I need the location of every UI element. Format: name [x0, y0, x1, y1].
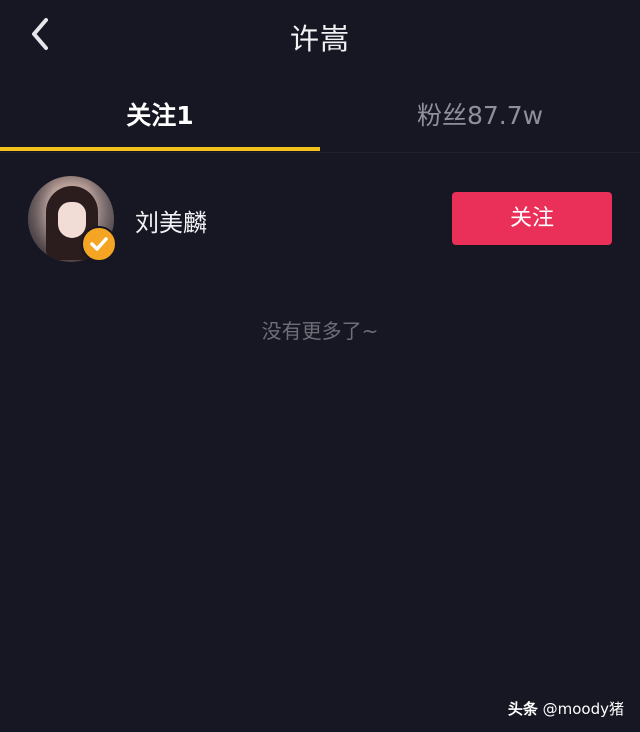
- tab-bar: 关注1 粉丝87.7w: [0, 80, 640, 152]
- tab-following[interactable]: 关注1: [0, 80, 320, 152]
- watermark-brand: 头条: [507, 700, 538, 718]
- page-title: 许嵩: [289, 22, 350, 56]
- top-bar: 许嵩: [0, 0, 640, 74]
- username[interactable]: 刘美麟: [135, 203, 207, 238]
- tab-fans[interactable]: 粉丝87.7w: [320, 80, 640, 152]
- verified-badge: [81, 226, 117, 262]
- watermark: 头条 @moody猪: [508, 698, 624, 719]
- list-item[interactable]: 刘美麟 关注: [0, 170, 640, 268]
- tabs-divider: [0, 152, 640, 153]
- watermark-handle: @moody猪: [542, 700, 624, 718]
- tab-fans-label: 粉丝87.7w: [416, 101, 544, 130]
- tab-following-label: 关注1: [126, 101, 194, 130]
- end-of-list-message: 没有更多了~: [261, 319, 379, 343]
- checkmark-icon: [90, 237, 108, 251]
- active-tab-indicator: [0, 147, 320, 151]
- avatar-face: [58, 202, 86, 238]
- follow-button[interactable]: 关注: [452, 192, 612, 245]
